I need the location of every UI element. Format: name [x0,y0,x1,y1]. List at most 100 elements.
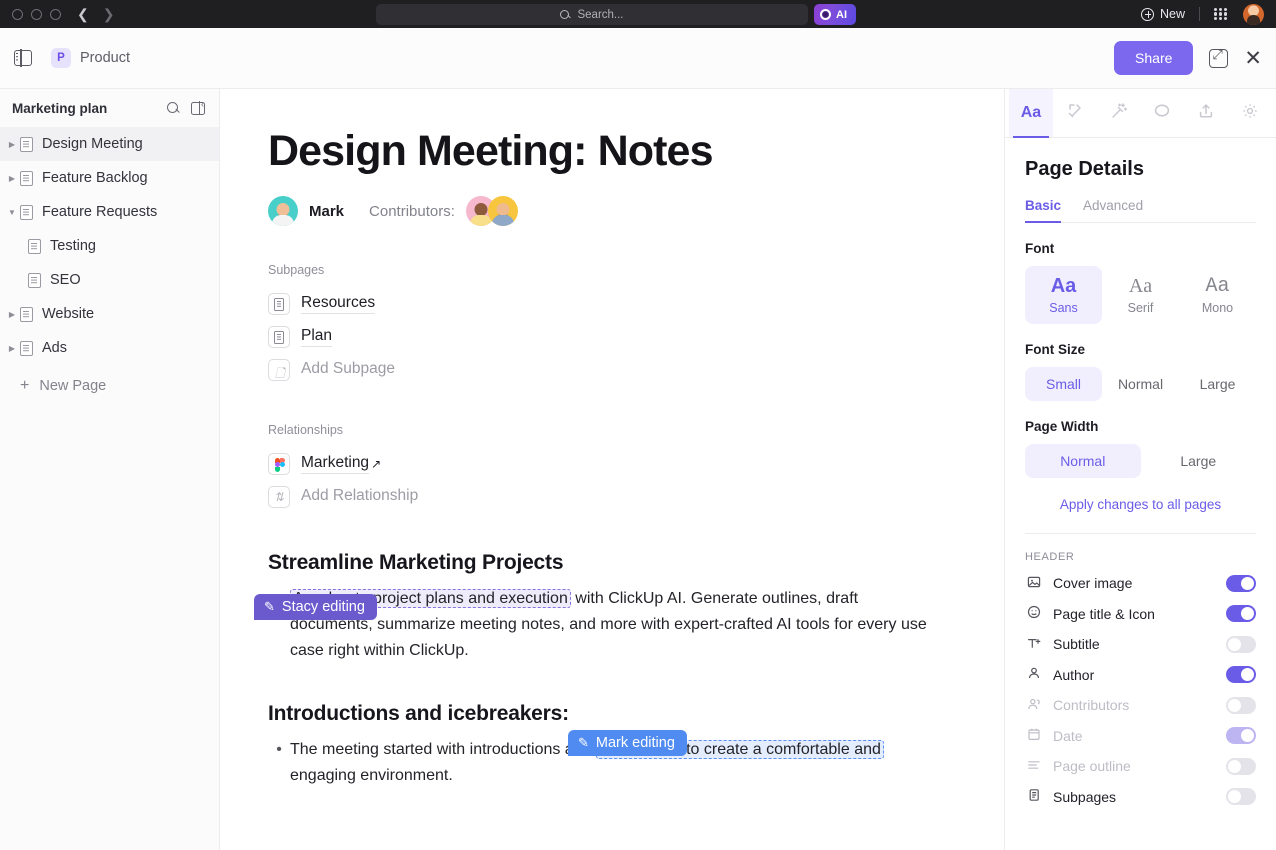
author-avatar[interactable] [268,196,298,226]
contributor-avatar[interactable] [488,196,518,226]
apply-to-all-pages-link[interactable]: Apply changes to all pages [1025,497,1256,512]
sidebar-item-seo[interactable]: SEO [0,263,219,297]
ai-label: AI [836,9,847,21]
sidebar-item-label: Testing [50,238,96,254]
tab-relationships[interactable] [1053,89,1097,137]
toggle-switch-page-outline[interactable] [1226,758,1256,775]
tab-ai[interactable] [1097,89,1141,137]
toggle-label: Page outline [1053,758,1131,774]
close-window-dot[interactable] [12,9,23,20]
bullet-point: • [268,737,290,789]
subpage-row-plan[interactable]: Plan [268,320,944,353]
subtab-basic[interactable]: Basic [1025,198,1061,222]
toggle-row-subtitle[interactable]: Subtitle [1025,629,1256,660]
add-subpage-button[interactable]: 🗋 Add Subpage [268,353,944,386]
sidebar-item-testing[interactable]: Testing [0,229,219,263]
toggle-row-page-title-icon[interactable]: Page title & Icon [1025,599,1256,630]
list-item-text[interactable]: Accelerate project plans and execution w… [290,586,944,664]
chevron-right-icon[interactable]: ▶ [4,140,20,149]
relationships-section-label: Relationships [268,423,944,437]
toggle-row-subpages[interactable]: Subpages [1025,782,1256,813]
global-search-input[interactable]: Search... [376,4,808,25]
apps-grid-icon[interactable] [1214,8,1227,21]
toggle-switch-subpages[interactable] [1226,788,1256,805]
page-width-group-label: Page Width [1025,419,1256,434]
font-option-serif[interactable]: Aa Serif [1102,266,1179,324]
toggle-row-date[interactable]: Date [1025,721,1256,752]
panel-body: Page Details Basic Advanced Font Aa Sans… [1005,138,1276,850]
add-relationship-button[interactable]: ⇅ Add Relationship [268,480,944,513]
forward-icon[interactable]: ❯ [103,7,115,21]
back-icon[interactable]: ❮ [77,7,89,21]
chevron-right-icon[interactable]: ▶ [4,310,20,319]
font-option-sans[interactable]: Aa Sans [1025,266,1102,324]
document-icon [268,293,290,315]
sidebar-item-feature-backlog[interactable]: ▶ Feature Backlog [0,161,219,195]
os-top-bar: ❮ ❯ Search... AI New [0,0,1276,28]
document-canvas[interactable]: Design Meeting: Notes Mark Contributors:… [220,89,1004,850]
window-controls[interactable] [0,9,61,20]
collapse-panel-icon[interactable] [191,102,205,115]
sidebar-item-website[interactable]: ▶ Website [0,297,219,331]
font-group-label: Font [1025,241,1256,256]
toggle-switch-cover-image[interactable] [1226,575,1256,592]
toggle-switch-date[interactable] [1226,727,1256,744]
tab-settings[interactable] [1228,89,1272,137]
relationship-label: Marketing [301,454,369,474]
page-width-normal[interactable]: Normal [1025,444,1141,478]
breadcrumb[interactable]: Product [80,50,130,66]
font-size-small[interactable]: Small [1025,367,1102,401]
toggle-switch-contributors[interactable] [1226,697,1256,714]
subpage-row-resources[interactable]: Resources [268,287,944,320]
subpage-label: Resources [301,294,375,314]
sidebar-item-design-meeting[interactable]: ▶ Design Meeting [0,127,219,161]
share-button[interactable]: Share [1114,41,1193,75]
relationship-row-marketing[interactable]: Marketing ↗ [268,447,944,480]
sidebar-search-icon[interactable] [167,102,179,114]
section-heading-2: Introductions and icebreakers: [268,702,944,726]
font-option-mono[interactable]: Aa Mono [1179,266,1256,324]
maximize-window-dot[interactable] [50,9,61,20]
page-width-large[interactable]: Large [1141,444,1257,478]
font-size-large[interactable]: Large [1179,367,1256,401]
panel-tabs: Aa [1005,89,1276,138]
subtab-advanced[interactable]: Advanced [1083,198,1143,222]
document-top-bar: P Product Share ✕ [0,28,1276,89]
sidebar-title: Marketing plan [12,101,107,116]
toggle-switch-author[interactable] [1226,666,1256,683]
toggle-row-contributors[interactable]: Contributors [1025,690,1256,721]
sidebar-item-label: Website [42,306,94,322]
history-nav[interactable]: ❮ ❯ [77,7,114,21]
collab-badge-stacy[interactable]: ✎ Stacy editing [254,594,377,620]
calendar-icon [1025,727,1043,744]
global-search-placeholder: Search... [577,9,623,21]
chevron-down-icon[interactable]: ▼ [4,208,20,217]
toggle-switch-page-title-icon[interactable] [1226,605,1256,622]
sidebar-item-ads[interactable]: ▶ Ads [0,331,219,365]
toggle-row-cover-image[interactable]: Cover image [1025,568,1256,599]
sidebar-item-feature-requests[interactable]: ▼ Feature Requests [0,195,219,229]
new-page-button[interactable]: + New Page [0,369,219,403]
expand-icon[interactable] [1209,49,1228,68]
user-avatar[interactable] [1243,4,1264,25]
minimize-window-dot[interactable] [31,9,42,20]
font-size-group-label: Font Size [1025,342,1256,357]
font-size-normal[interactable]: Normal [1102,367,1179,401]
ai-button[interactable]: AI [814,4,856,25]
toggle-switch-subtitle[interactable] [1226,636,1256,653]
toggle-row-page-outline[interactable]: Page outline [1025,751,1256,782]
toggle-label: Subtitle [1053,636,1100,652]
new-button[interactable]: New [1141,7,1185,21]
tab-comments[interactable] [1140,89,1184,137]
font-sample: Aa [1129,275,1152,298]
tab-text-format[interactable]: Aa [1009,89,1053,137]
close-icon[interactable]: ✕ [1244,48,1262,69]
chevron-right-icon[interactable]: ▶ [4,344,20,353]
collab-badge-mark[interactable]: ✎ Mark editing [568,730,687,756]
chevron-right-icon[interactable]: ▶ [4,174,20,183]
tab-share[interactable] [1184,89,1228,137]
page-title[interactable]: Design Meeting: Notes [268,129,944,174]
toggle-row-author[interactable]: Author [1025,660,1256,691]
contributor-avatars[interactable] [466,196,518,226]
sidebar-toggle-icon[interactable] [14,50,32,66]
